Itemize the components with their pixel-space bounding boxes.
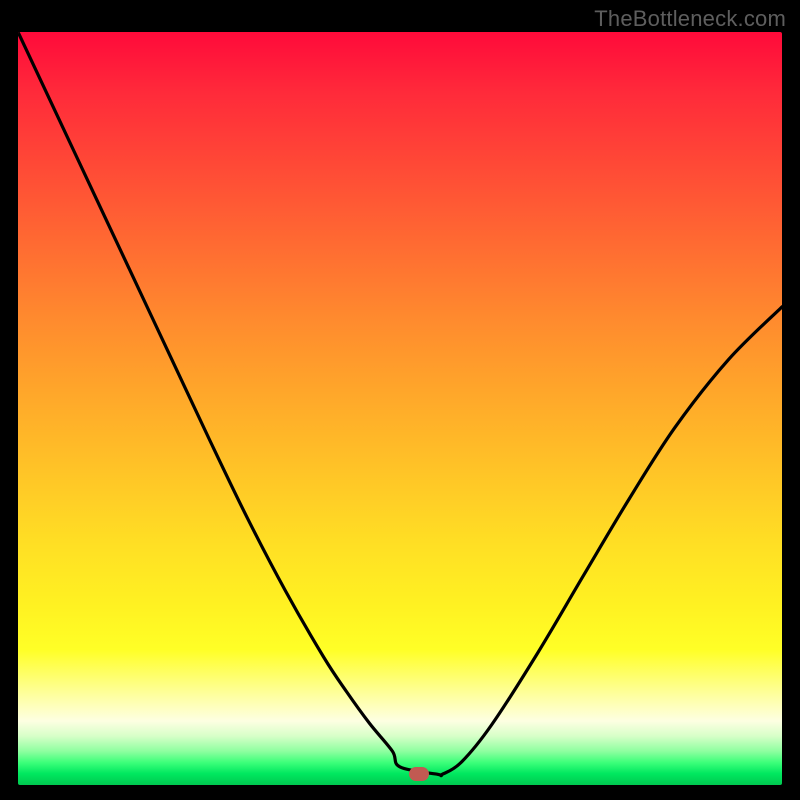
curve-path [18,32,782,776]
optimal-point-marker [409,767,429,781]
watermark-text: TheBottleneck.com [594,6,786,32]
chart-frame: TheBottleneck.com [0,0,800,800]
bottleneck-curve [18,32,782,785]
plot-area [18,32,782,785]
